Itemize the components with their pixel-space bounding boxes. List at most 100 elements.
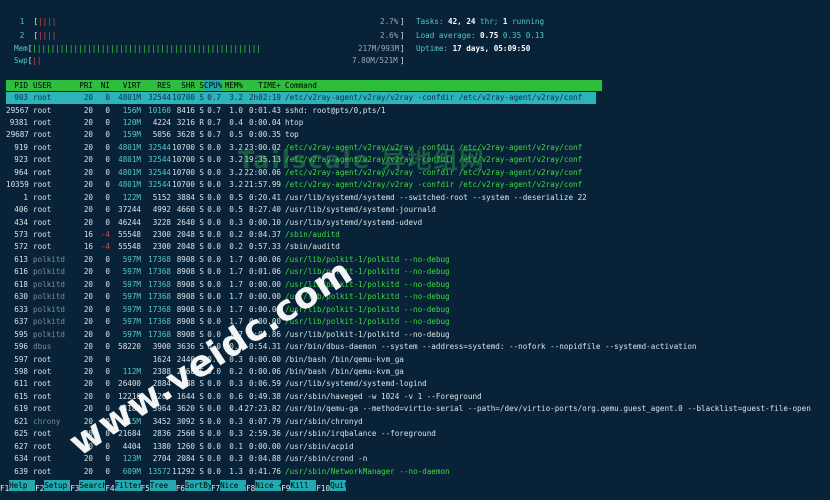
cell-user: root [33, 217, 52, 227]
cell-pid: 595 [14, 329, 28, 339]
cell-pri: 16 [83, 242, 93, 252]
cell-virt: 55548 [118, 230, 141, 239]
cell-cpu: 0.0 [207, 404, 221, 414]
process-row[interactable]: 596 dbus 20 0 58220 3900 3636 S 0.0 0.4 0:54.31/us… [6, 341, 696, 354]
cell-shr: 2560 [176, 429, 195, 439]
cell-user: root [33, 180, 52, 190]
process-row[interactable]: 616 polkitd 20 0 597M 17368 8908 S 0.0 1.7 0:01.06… [6, 266, 449, 279]
fkey-f4[interactable]: F4 [105, 483, 114, 494]
cell-user: root [33, 242, 52, 252]
fkey-label-f9[interactable]: Kill [290, 480, 317, 491]
process-row[interactable]: 573 root 16 -4 55548 2300 2048 S 0.0 0.2 0:04.37/s… [6, 229, 340, 242]
cell-s: R [199, 117, 204, 127]
cell-time: 0:07.79 [248, 416, 281, 426]
cell-mem: 0.3 [229, 416, 243, 426]
cell-ni: 0 [105, 279, 110, 289]
process-row[interactable]: 633 polkitd 20 0 597M 17368 8908 S 0.0 1.7 0:00.00… [6, 304, 449, 317]
cell-virt: 597M [122, 254, 141, 264]
fkey-label-f4[interactable]: Filter [114, 480, 141, 491]
fkey-label-f8[interactable]: Nice + [255, 480, 282, 491]
fkey-f3[interactable]: F3 [70, 483, 79, 494]
column-ni[interactable]: NI [93, 80, 110, 91]
process-row[interactable]: 618 polkitd 20 0 597M 17368 8908 S 0.0 1.7 0:00.00… [6, 279, 449, 292]
cell-virt: 597M [122, 329, 141, 339]
cell-s: S [199, 205, 204, 215]
cell-mem: 0.5 [229, 192, 243, 202]
fkey-f8[interactable]: F8 [246, 483, 255, 494]
cell-ni: 0 [105, 217, 110, 227]
column-user[interactable]: USER [28, 80, 79, 91]
function-key-bar[interactable]: F1Help F2Setup F3SearchF4FilterF5Tree F6Sor… [0, 480, 830, 494]
cell-cmd: /usr/lib/polkit-1/polkitd --no-debug [285, 329, 450, 339]
process-row[interactable]: 630 polkitd 20 0 597M 17368 8908 S 0.0 1.7 0:00.00… [6, 291, 449, 304]
fkey-f6[interactable]: F6 [176, 483, 185, 494]
process-row[interactable]: 615 root 20 0 12216 6264 1644 S 0.0 0.6 0:49.38/us… [6, 391, 481, 404]
fkey-f2[interactable]: F2 [35, 483, 44, 494]
cell-mem: 1.7 [229, 254, 243, 264]
fkey-label-f3[interactable]: Search [79, 480, 106, 491]
process-row[interactable]: 9381 root 20 0 120M 4224 3216 R 0.7 0.4 0:00.04 hto… [6, 117, 304, 130]
faint-watermark: Tailscale 异地组网 [238, 146, 486, 174]
fkey-label-f2[interactable]: Setup [44, 480, 71, 491]
column-virt[interactable]: VIRT [110, 80, 141, 91]
cell-cmd: sshd: root@pts/0,pts/1 [285, 105, 386, 115]
cell-time: 0:04.88 [248, 454, 281, 464]
process-row[interactable]: 1 root 20 0 122M 5152 3884 S 0.0 0.5 0:20.41/usr/l… [6, 192, 586, 205]
fkey-f10[interactable]: F10 [316, 483, 330, 494]
column-pid[interactable]: PID [6, 80, 28, 91]
process-row[interactable]: 634 root 20 0 123M 2704 2084 S 0.0 0.3 0:04.88/usr… [6, 453, 367, 466]
cell-ni: 0 [105, 317, 110, 327]
cell-pri: 20 [83, 317, 93, 327]
cpu1-bars: |||| [38, 17, 57, 26]
fkey-f7[interactable]: F7 [211, 483, 220, 494]
cell-shr: 2640 [176, 217, 195, 227]
cell-shr: 3216 [176, 117, 195, 127]
column-s[interactable]: S [195, 80, 204, 91]
process-row[interactable]: 572 root 16 -4 55548 2300 2048 S 0.0 0.2 0:57.33/s… [6, 241, 340, 254]
fkey-label-f6[interactable]: SortBy [184, 480, 211, 491]
cell-cpu: 0.0 [207, 254, 221, 264]
process-row[interactable]: 613 polkitd 20 0 597M 17368 8908 S 0.0 1.7 0:00.06… [6, 254, 449, 267]
process-row-selected[interactable]: 903 root 20 0 4801M 3254410700 S 0.7 3.2 2h02:19 /… [6, 92, 582, 105]
process-row[interactable]: 29567 root 20 0 156M 10160 8416 S 0.7 1.0 0:01.43 s… [6, 105, 386, 118]
load-average: Load average: 0.75 0.35 0.13 [416, 30, 544, 42]
process-row[interactable]: 434 root 20 0 46244 3228 2640 S 0.0 0.3 0:00.10/us… [6, 217, 422, 230]
column-time[interactable]: TIME+ [243, 80, 281, 91]
cell-s: S [199, 466, 204, 476]
fkey-f9[interactable]: F9 [281, 483, 290, 494]
cell-virt: 609M [122, 466, 141, 476]
column-pri[interactable]: PRI [79, 80, 93, 91]
fkey-f1[interactable]: F1 [0, 483, 9, 494]
process-row[interactable]: 406 root 20 0 37244 4992 4660 S 0.0 0.5 8:27.40/us… [6, 204, 436, 217]
cell-cpu: 0.0 [207, 267, 221, 277]
cell-user: polkitd [33, 279, 66, 289]
fkey-f5[interactable]: F5 [141, 483, 150, 494]
cell-res: 17368 [148, 267, 171, 277]
uptime-value: 17 days, 05:09:50 [452, 44, 531, 53]
process-row[interactable]: 611 root 20 0 26400 2884 2588 S 0.0 0.3 0:06.59/us… [6, 378, 426, 391]
column-mem[interactable]: MEM% [221, 80, 243, 91]
cell-shr: 3628 [176, 130, 195, 140]
fkey-label-f7[interactable]: Nice - [220, 480, 247, 491]
cell-mem: 1.3 [229, 466, 243, 476]
column-command[interactable]: Command [281, 80, 317, 91]
cell-s: S [199, 192, 204, 202]
process-row[interactable]: 639 root 20 0 609M 1357211292 S 0.0 1.3 0:41.76/u… [6, 466, 450, 479]
cell-cmd: /usr/sbin/NetworkManager --no-daemon [285, 466, 450, 476]
fkey-label-f1[interactable]: Help [9, 480, 36, 491]
column-res[interactable]: RES [141, 80, 171, 91]
process-row[interactable]: 10359 root 20 0 4801M 3254410700 S 0.0 3.221:57.… [6, 179, 582, 192]
column-header[interactable]: PID USER PRI NI VIRT RES SHR SCPU% MEM% TIME+ Comm… [6, 80, 602, 91]
process-row[interactable]: 627 root 20 0 4404 1380 1260 S 0.0 0.1 0:00.00/usr… [6, 441, 353, 454]
column-cpu[interactable]: CPU% [204, 80, 222, 91]
cell-s: S [199, 267, 204, 277]
column-shr[interactable]: SHR [171, 80, 195, 91]
fkey-label-f10[interactable]: Quit [330, 480, 347, 491]
cell-pri: 20 [83, 304, 93, 314]
cell-shr: 10700 [172, 180, 195, 190]
cell-user: root [33, 230, 52, 239]
process-row[interactable]: 621 chrony 20 0 115M 3452 3092 S 0.0 0.3 0:07.79/u… [6, 416, 362, 429]
cell-res: 17368 [148, 329, 171, 339]
cell-mem: 0.2 [229, 242, 243, 252]
fkey-label-f5[interactable]: Tree [149, 480, 176, 491]
